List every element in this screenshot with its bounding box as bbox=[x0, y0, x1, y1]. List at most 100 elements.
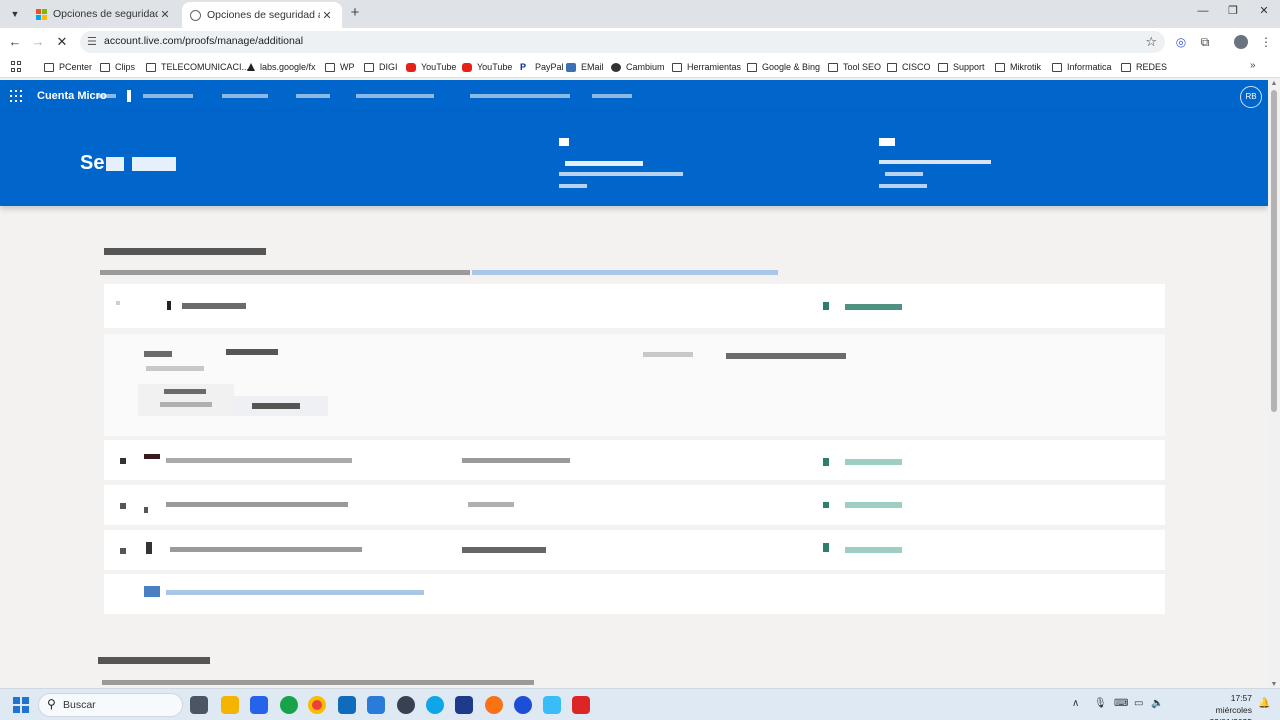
more-bookmarks-button[interactable]: » bbox=[1250, 60, 1256, 71]
app-icon[interactable] bbox=[280, 696, 298, 714]
bookmark-support[interactable]: Support bbox=[938, 60, 985, 74]
scroll-up-icon[interactable]: ▲ bbox=[1270, 80, 1278, 87]
back-button[interactable]: ← bbox=[6, 33, 24, 51]
bookmark-star-icon[interactable]: ☆ bbox=[1145, 34, 1157, 50]
security-method-row[interactable] bbox=[104, 440, 1165, 480]
blurred-add-method-link[interactable] bbox=[166, 590, 424, 595]
menu-kebab-icon[interactable]: ⋮ bbox=[1257, 33, 1275, 51]
volume-icon[interactable]: 🔈 bbox=[1151, 698, 1163, 709]
app-icon[interactable] bbox=[572, 696, 590, 714]
tab-active[interactable]: Opciones de seguridad adicion ✕ bbox=[182, 2, 342, 28]
bookmark-digi[interactable]: DIGI bbox=[364, 60, 398, 74]
blurred-hero-link[interactable] bbox=[879, 184, 927, 188]
blurred-nav-link[interactable] bbox=[222, 94, 268, 98]
app-icon[interactable] bbox=[514, 696, 532, 714]
tray-overflow-icon[interactable]: ∧ bbox=[1072, 698, 1079, 709]
page-scrollbar[interactable]: ▲ ▼ bbox=[1268, 80, 1280, 688]
notifications-icon[interactable]: 🔔 bbox=[1258, 698, 1270, 709]
bookmark-mikrotik[interactable]: Mikrotik bbox=[995, 60, 1041, 74]
blurred-nav-link[interactable] bbox=[592, 94, 632, 98]
account-brand[interactable]: Cuenta Micro bbox=[37, 90, 107, 102]
bookmark-paypal[interactable]: P PayPal bbox=[520, 60, 564, 74]
blurred-description-link[interactable] bbox=[472, 270, 778, 275]
keyboard-icon[interactable]: ⌨ bbox=[1114, 698, 1128, 709]
network-icon[interactable]: ▭ bbox=[1134, 698, 1143, 709]
microphone-icon[interactable]: 🎙 bbox=[1094, 698, 1107, 709]
outlook-icon[interactable] bbox=[338, 696, 356, 714]
close-window-button[interactable]: ✕ bbox=[1249, 2, 1279, 20]
bookmark-cisco[interactable]: CISCO bbox=[887, 60, 931, 74]
bookmark-cambium[interactable]: Cambium bbox=[611, 60, 665, 74]
apps-grid-icon[interactable] bbox=[11, 61, 23, 73]
vscode-icon[interactable] bbox=[367, 696, 385, 714]
close-tab-icon[interactable]: ✕ bbox=[158, 8, 172, 21]
status-icon bbox=[823, 458, 829, 466]
bookmark-pcenter[interactable]: PCenter bbox=[44, 60, 92, 74]
bookmarks-bar: PCenter Clips TELECOMUNICACI... labs.goo… bbox=[0, 56, 1280, 78]
bookmark-labs-google[interactable]: labs.google/fx bbox=[247, 60, 316, 74]
folder-icon bbox=[747, 62, 757, 72]
bookmark-google-bing[interactable]: Google & Bing bbox=[747, 60, 820, 74]
minimize-button[interactable]: — bbox=[1188, 2, 1218, 20]
copilot-icon[interactable]: ◎ bbox=[1172, 33, 1190, 51]
profile-avatar[interactable] bbox=[1234, 35, 1248, 49]
app-launcher-icon[interactable] bbox=[10, 90, 22, 102]
scrollbar-thumb[interactable] bbox=[1271, 90, 1277, 412]
blurred-status-text[interactable] bbox=[845, 459, 902, 465]
restore-button[interactable]: ❐ bbox=[1218, 2, 1248, 20]
security-method-row[interactable] bbox=[104, 284, 1165, 328]
blurred-nav-link[interactable] bbox=[296, 94, 330, 98]
bookmark-email[interactable]: EMail bbox=[566, 60, 604, 74]
blurred-status-text[interactable] bbox=[845, 547, 902, 553]
hero-icon bbox=[879, 138, 895, 146]
blurred-hero-link[interactable] bbox=[559, 184, 587, 188]
tab-search-button[interactable]: ▼ bbox=[4, 4, 26, 24]
row-bullet bbox=[120, 503, 126, 509]
edge-icon[interactable] bbox=[426, 696, 444, 714]
file-explorer-icon[interactable] bbox=[221, 696, 239, 714]
firefox-icon[interactable] bbox=[485, 696, 503, 714]
taskbar-search[interactable]: ⚲ Buscar bbox=[38, 693, 183, 717]
bookmark-youtube-2[interactable]: YouTube bbox=[462, 60, 512, 74]
windows-start-icon[interactable] bbox=[13, 697, 29, 713]
blurred-nav-link[interactable] bbox=[470, 94, 570, 98]
bookmark-redes[interactable]: REDES bbox=[1121, 60, 1167, 74]
app-icon[interactable] bbox=[397, 696, 415, 714]
bookmark-youtube-1[interactable]: YouTube bbox=[406, 60, 456, 74]
bookmark-wp[interactable]: WP bbox=[325, 60, 355, 74]
add-method-icon bbox=[144, 586, 160, 597]
blurred-nav-link[interactable] bbox=[356, 94, 434, 98]
site-info-icon[interactable]: ☰ bbox=[87, 35, 97, 48]
add-method-row[interactable] bbox=[104, 574, 1165, 614]
row-bullet bbox=[120, 458, 126, 464]
bookmark-telecom[interactable]: TELECOMUNICACI... bbox=[146, 60, 249, 74]
tab-inactive[interactable]: Opciones de seguridad adicion ✕ bbox=[28, 2, 180, 26]
stop-loading-button[interactable]: ✕ bbox=[53, 33, 71, 51]
new-tab-button[interactable]: + bbox=[346, 4, 364, 22]
blurred-status-text[interactable] bbox=[845, 502, 902, 508]
bookmark-herramientas[interactable]: Herramientas bbox=[672, 60, 741, 74]
blurred-nav-link[interactable] bbox=[143, 94, 193, 98]
blurred-section-description bbox=[100, 270, 470, 275]
blurred-status-text[interactable] bbox=[845, 304, 902, 310]
security-method-row[interactable] bbox=[104, 530, 1165, 570]
task-view-icon[interactable] bbox=[190, 696, 208, 714]
user-avatar[interactable]: RB bbox=[1240, 86, 1262, 108]
store-icon[interactable] bbox=[250, 696, 268, 714]
blurred-nav-link[interactable] bbox=[98, 94, 116, 98]
scroll-down-icon[interactable]: ▼ bbox=[1270, 681, 1278, 688]
forward-button[interactable]: → bbox=[29, 33, 47, 51]
bookmark-clips[interactable]: Clips bbox=[100, 60, 135, 74]
close-tab-icon[interactable]: ✕ bbox=[320, 9, 334, 22]
extensions-icon[interactable]: ⧉ bbox=[1196, 33, 1214, 51]
address-bar[interactable]: ☰ account.live.com/proofs/manage/additio… bbox=[80, 31, 1165, 53]
security-method-row[interactable] bbox=[104, 485, 1165, 525]
chrome-icon[interactable] bbox=[308, 696, 326, 714]
tab-title: Opciones de seguridad adicion bbox=[53, 8, 158, 20]
bookmark-tool-seo[interactable]: Tool SEO bbox=[828, 60, 881, 74]
taskbar-clock[interactable]: 17:57 miércoles 22/01/2025 bbox=[1172, 692, 1252, 720]
bookmark-label: Google & Bing bbox=[762, 62, 821, 72]
app-icon[interactable] bbox=[543, 696, 561, 714]
bookmark-informatica[interactable]: Informatica bbox=[1052, 60, 1112, 74]
app-icon[interactable] bbox=[455, 696, 473, 714]
